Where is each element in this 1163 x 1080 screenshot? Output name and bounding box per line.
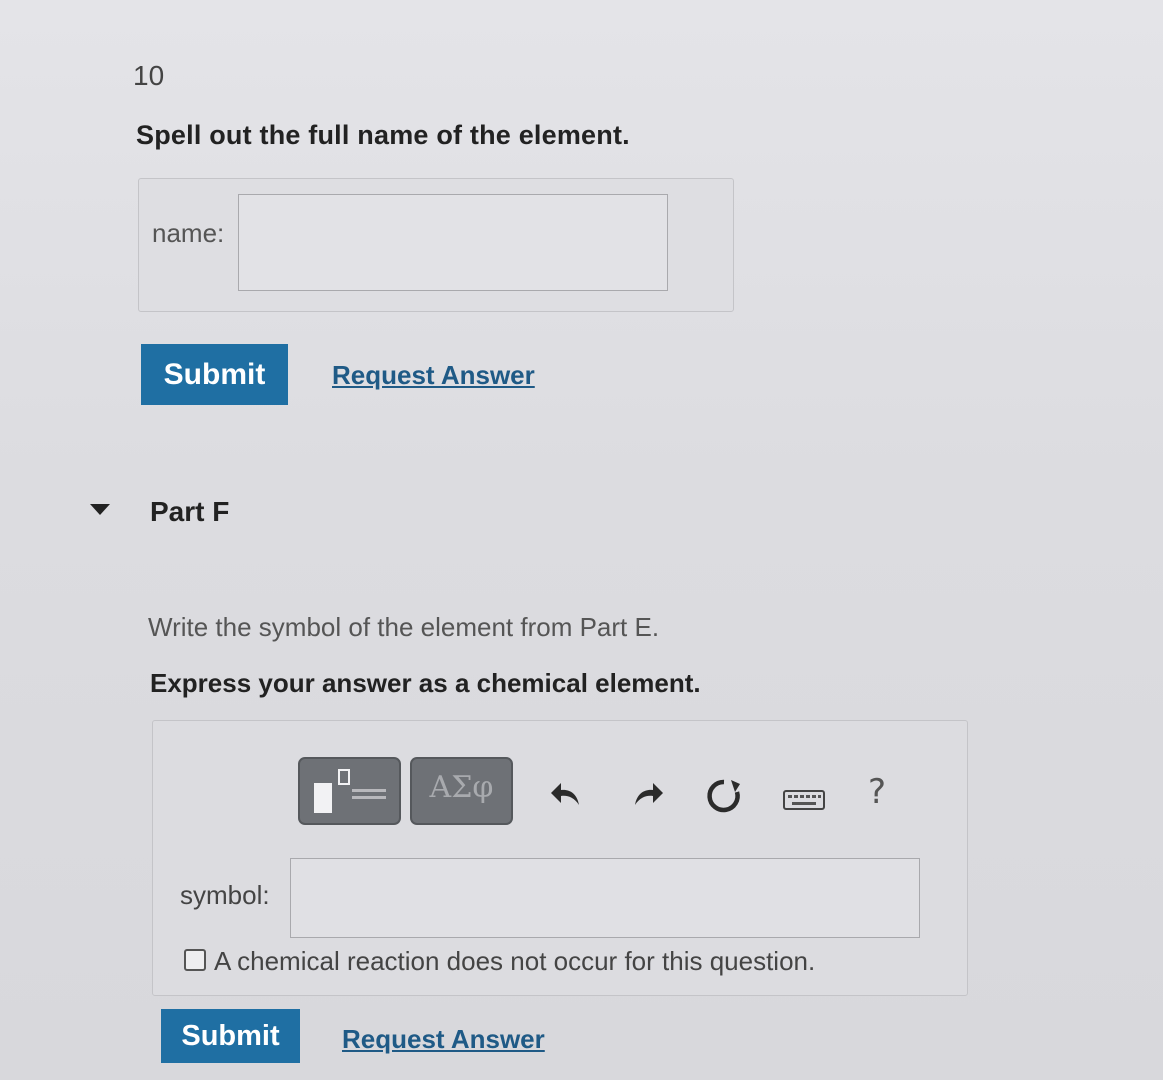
part-f-submit-button[interactable]: Submit xyxy=(161,1009,300,1063)
redo-icon[interactable] xyxy=(624,770,672,818)
no-reaction-checkbox[interactable] xyxy=(184,949,206,971)
greek-symbols-icon[interactable]: ΑΣφ xyxy=(410,757,513,825)
part-f-description: Write the symbol of the element from Par… xyxy=(148,612,660,642)
name-field-label: name: xyxy=(152,218,225,248)
part-f-request-answer-link[interactable]: Request Answer xyxy=(342,1024,545,1055)
name-input[interactable] xyxy=(238,194,668,291)
part-e-prompt: Spell out the full name of the element. xyxy=(136,120,630,150)
part-e-submit-button[interactable]: Submit xyxy=(141,344,288,405)
part-e-request-answer-link[interactable]: Request Answer xyxy=(332,360,535,391)
part-f-title[interactable]: Part F xyxy=(150,496,229,528)
help-icon[interactable]: ? xyxy=(868,772,886,812)
part-f-instruction: Express your answer as a chemical elemen… xyxy=(150,668,701,698)
symbol-field-label: symbol: xyxy=(180,880,270,910)
symbol-input[interactable] xyxy=(290,858,920,938)
no-reaction-checkbox-label[interactable]: A chemical reaction does not occur for t… xyxy=(214,946,815,977)
templates-icon[interactable] xyxy=(298,757,401,825)
undo-icon[interactable] xyxy=(542,770,590,818)
reset-icon[interactable] xyxy=(700,772,748,820)
collapse-triangle-icon[interactable] xyxy=(90,504,110,515)
keyboard-icon[interactable] xyxy=(780,776,828,824)
question-number: 10 xyxy=(133,60,165,91)
